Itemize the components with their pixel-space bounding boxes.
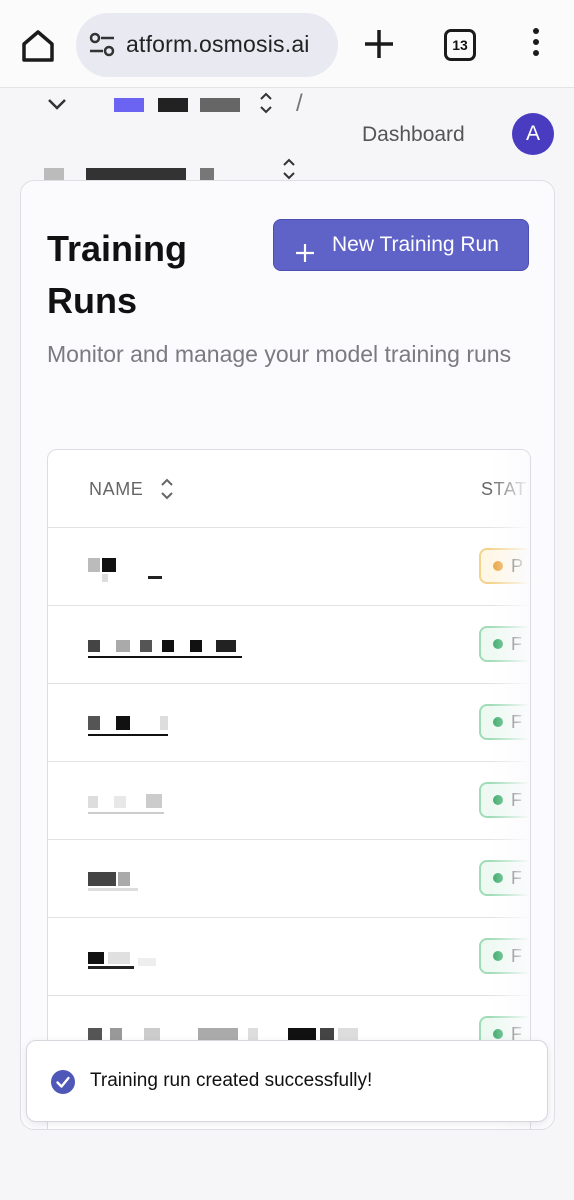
project-switcher-icon[interactable] <box>281 156 297 182</box>
org-name-redacted-2 <box>200 98 240 112</box>
status-dot <box>493 639 503 649</box>
more-vert-icon[interactable] <box>527 28 545 62</box>
table-header: NAME STAT <box>48 450 530 528</box>
tab-switcher-icon[interactable]: 13 <box>444 29 476 61</box>
org-switcher-icon[interactable] <box>258 90 274 116</box>
status-badge: P <box>479 548 530 584</box>
table-row[interactable]: F <box>48 840 530 918</box>
check-circle-icon <box>51 1070 75 1094</box>
address-bar[interactable]: atform.osmosis.ai <box>76 13 338 77</box>
column-header-status[interactable]: STAT <box>481 479 527 500</box>
training-runs-card: Training Runs New Training Run Monitor a… <box>20 180 555 1130</box>
status-label: F <box>511 790 522 810</box>
status-dot <box>493 873 503 883</box>
run-name-redacted[interactable] <box>88 632 248 662</box>
sort-icon[interactable] <box>160 476 174 502</box>
training-runs-table: NAME STAT P F F F F F F <box>47 449 531 1129</box>
status-badge: F <box>479 938 530 974</box>
status-dot <box>493 951 503 961</box>
status-label: P <box>511 556 524 576</box>
status-dot <box>493 717 503 727</box>
status-label: F <box>511 712 522 732</box>
table-row[interactable]: F <box>48 606 530 684</box>
home-icon[interactable] <box>18 26 58 66</box>
run-name-redacted[interactable] <box>88 710 178 740</box>
status-label: F <box>511 634 522 654</box>
success-toast[interactable]: Training run created successfully! <box>26 1040 548 1122</box>
status-badge: F <box>479 704 530 740</box>
column-header-name[interactable]: NAME <box>89 479 143 500</box>
status-dot <box>493 795 503 805</box>
new-tab-plus-icon[interactable] <box>362 26 396 62</box>
browser-toolbar: atform.osmosis.ai 13 <box>0 0 574 88</box>
table-row[interactable]: F <box>48 762 530 840</box>
toast-message: Training run created successfully! <box>90 1070 373 1091</box>
status-label: F <box>511 868 522 888</box>
chevron-down-icon[interactable] <box>46 96 68 112</box>
status-badge: F <box>479 860 530 896</box>
status-dot <box>493 1029 503 1039</box>
status-dot <box>493 561 503 571</box>
dashboard-link[interactable]: Dashboard <box>362 123 465 147</box>
run-name-redacted[interactable] <box>88 554 168 584</box>
status-label: F <box>511 946 522 966</box>
run-name-redacted[interactable] <box>88 944 168 974</box>
page-subtitle: Monitor and manage your model training r… <box>47 341 512 367</box>
org-logo <box>114 98 144 112</box>
avatar[interactable]: A <box>512 113 554 155</box>
run-name-redacted[interactable] <box>88 788 178 818</box>
org-name-redacted[interactable] <box>158 98 188 112</box>
breadcrumb-separator: / <box>296 90 303 117</box>
run-name-redacted[interactable] <box>88 866 158 896</box>
page-title: Training Runs <box>47 228 188 321</box>
new-training-run-label: New Training Run <box>332 233 499 256</box>
plus-icon <box>294 233 316 262</box>
new-training-run-button[interactable]: New Training Run <box>273 219 529 271</box>
table-row[interactable]: F <box>48 918 530 996</box>
status-badge: F <box>479 782 530 818</box>
status-badge: F <box>479 626 530 662</box>
site-settings-icon[interactable] <box>88 32 116 58</box>
table-row[interactable]: P <box>48 528 530 606</box>
url-text[interactable]: atform.osmosis.ai <box>126 31 310 58</box>
table-row[interactable]: F <box>48 684 530 762</box>
